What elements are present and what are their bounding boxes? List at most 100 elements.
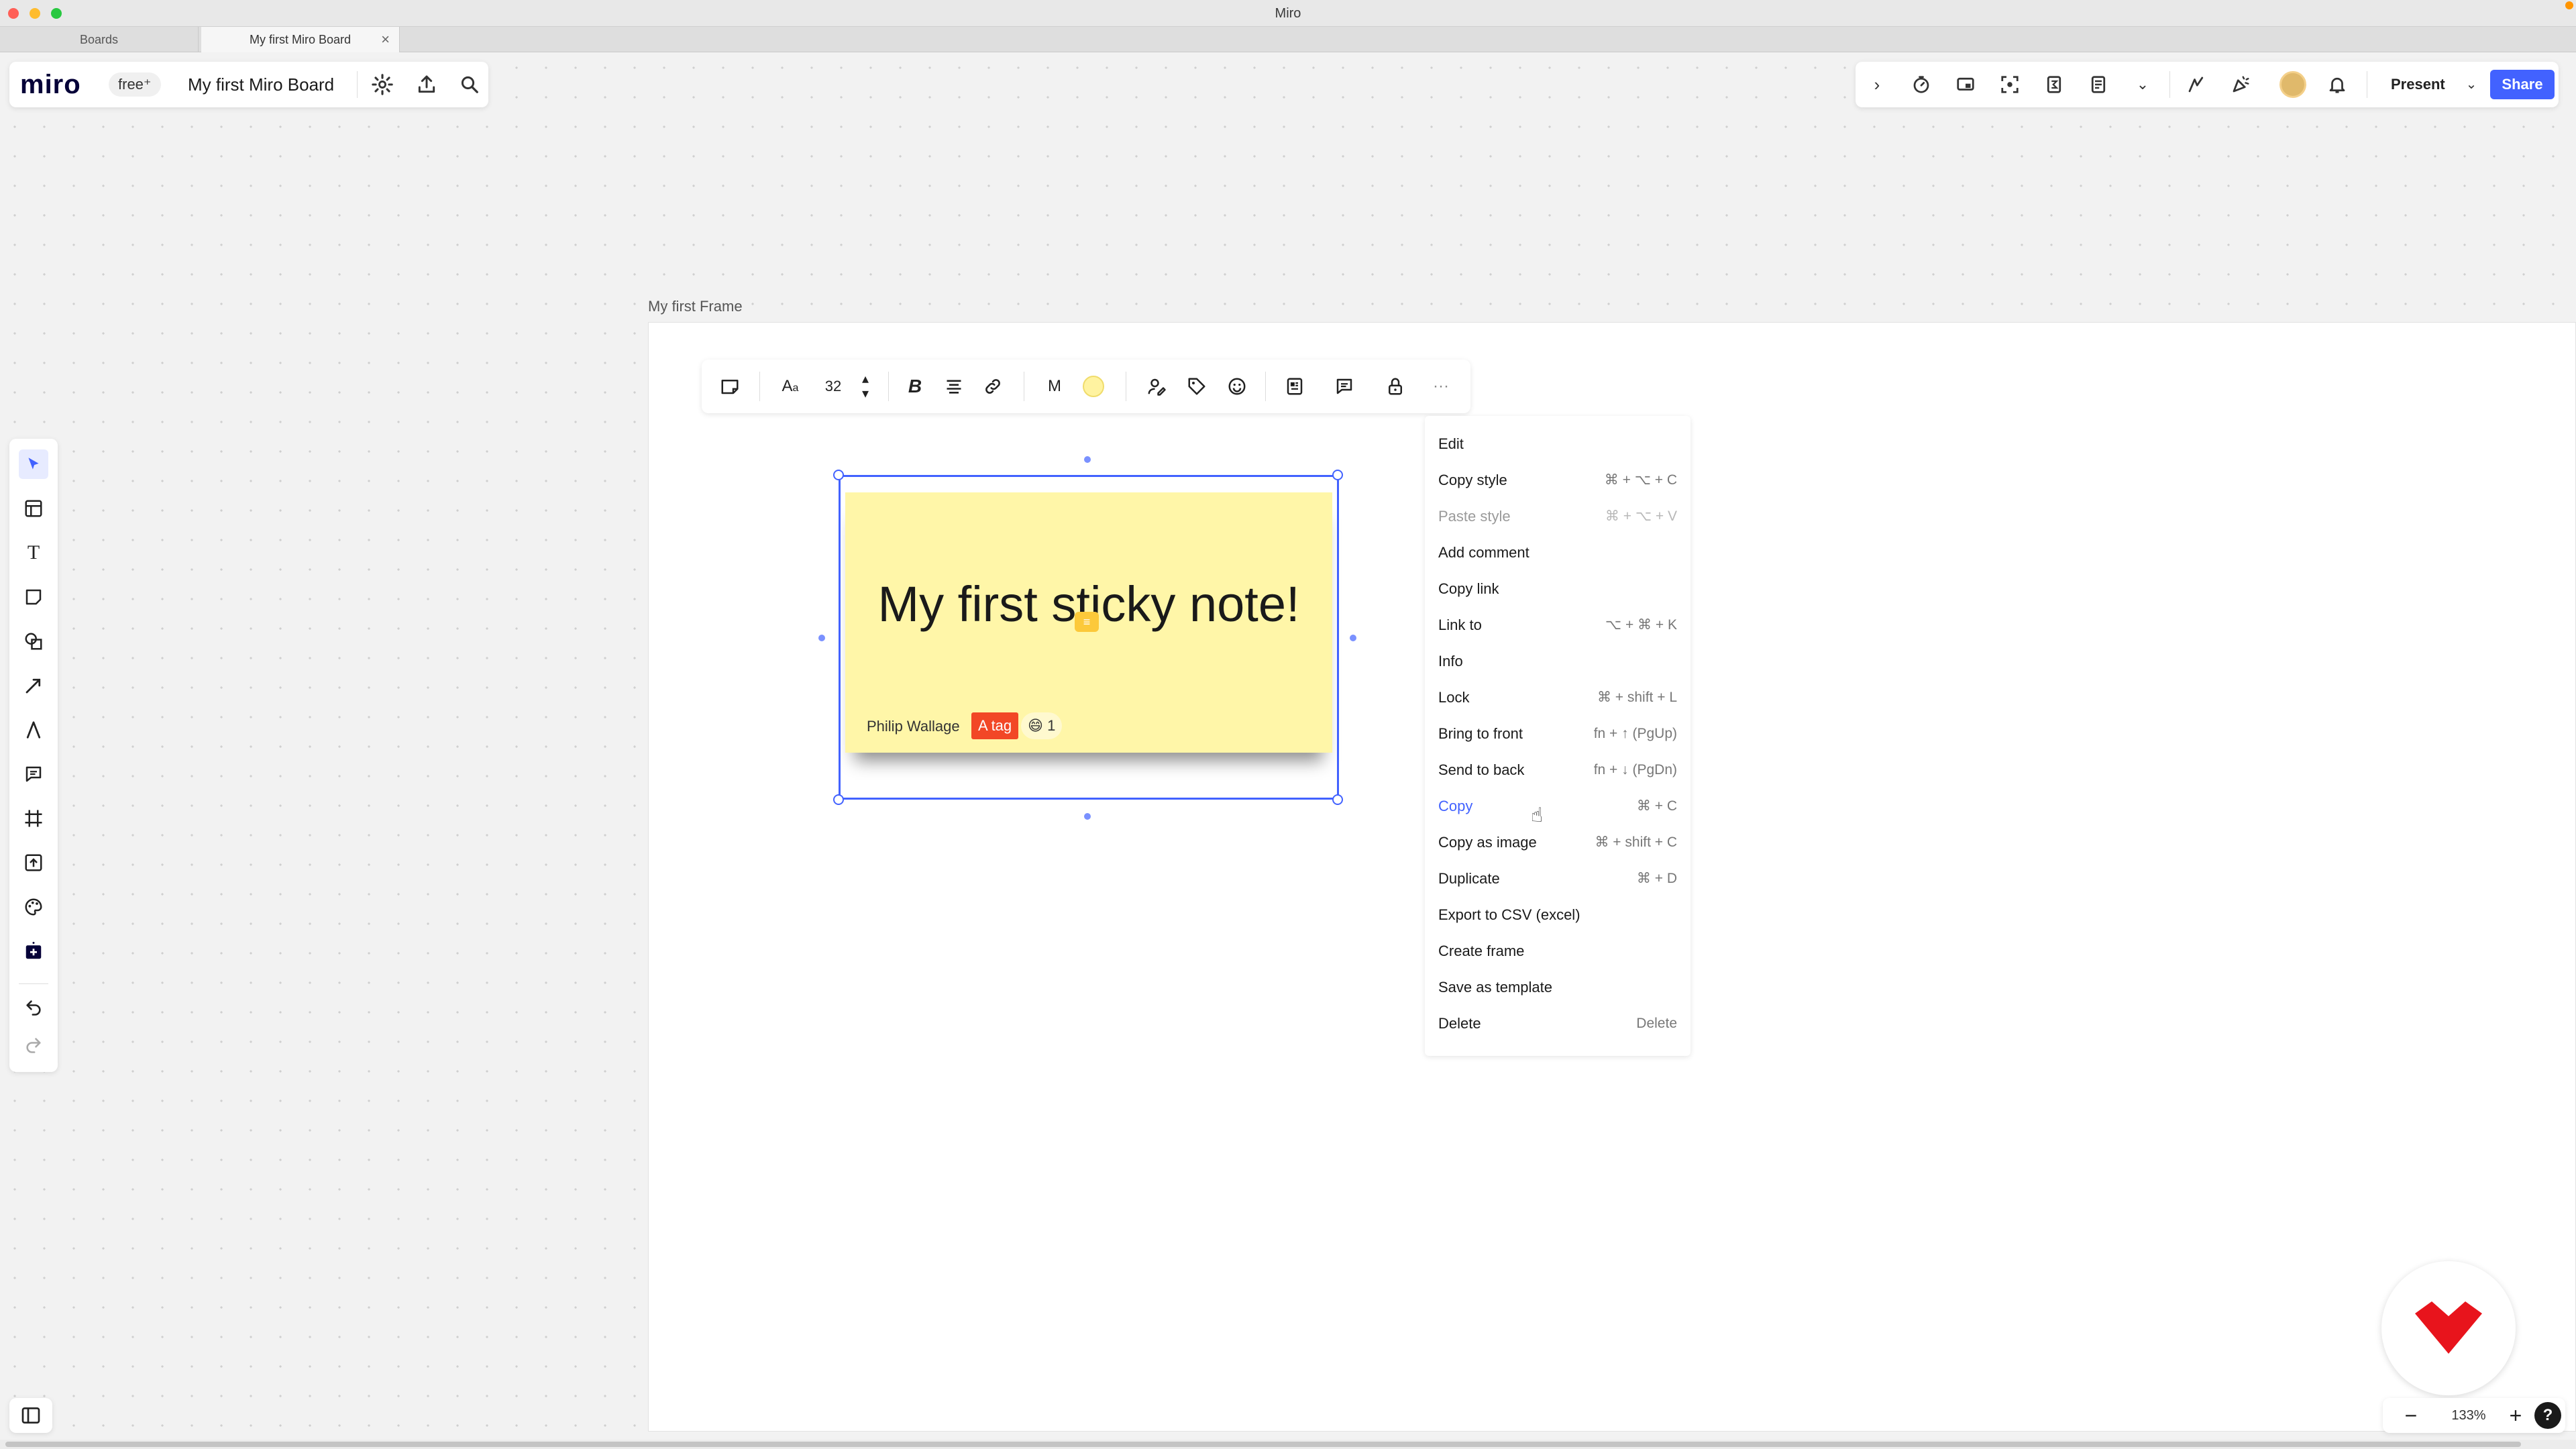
menu-item-bring-to-front[interactable]: Bring to front fn + ↑ (PgUp) (1438, 720, 1677, 747)
pen-tool-icon[interactable] (19, 715, 48, 745)
font-size-input[interactable]: 32 (818, 372, 848, 401)
frame-tool-icon[interactable] (19, 804, 48, 833)
connector-dot[interactable] (1084, 813, 1091, 820)
comment-icon[interactable] (1330, 372, 1359, 401)
resize-handle[interactable] (833, 470, 844, 480)
search-icon[interactable] (455, 70, 484, 99)
menu-item-create-frame[interactable]: Create frame (1438, 938, 1677, 965)
notes-icon[interactable] (2084, 70, 2113, 99)
resize-handle[interactable] (1332, 470, 1343, 480)
lock-icon[interactable] (1381, 372, 1410, 401)
menu-item-paste-style[interactable]: Paste style ⌘ + ⌥ + V (1438, 503, 1677, 530)
frame-title[interactable]: My first Frame (648, 298, 743, 315)
redo-icon[interactable] (19, 1030, 48, 1060)
upload-icon[interactable] (412, 70, 441, 99)
reactions-icon[interactable] (2182, 70, 2211, 99)
menu-item-shortcut: ⌘ + ⌥ + C (1604, 472, 1677, 488)
menu-item-save-as-template[interactable]: Save as template (1438, 974, 1677, 1001)
tab-close-icon[interactable]: × (381, 27, 390, 52)
miro-logo[interactable]: miro (20, 70, 81, 100)
card-icon[interactable] (1280, 372, 1309, 401)
board-header-panel: miro free⁺ My first Miro Board (9, 62, 488, 107)
templates-icon[interactable] (19, 494, 48, 523)
more-chevron-icon[interactable]: ⌄ (2128, 70, 2157, 99)
sticky-size-button[interactable]: M (1040, 372, 1069, 401)
tab-my-first-miro-board[interactable]: My first Miro Board × (201, 27, 400, 52)
upload-tool-icon[interactable] (19, 848, 48, 877)
brand-logo-icon (2415, 1301, 2482, 1354)
menu-item-info[interactable]: Info (1438, 648, 1677, 675)
menu-item-edit[interactable]: Edit (1438, 431, 1677, 458)
avatar[interactable] (2279, 71, 2306, 98)
present-button[interactable]: Present (2379, 71, 2457, 98)
menu-item-export-to-csv-excel[interactable]: Export to CSV (excel) (1438, 902, 1677, 928)
more-apps-icon[interactable] (19, 936, 48, 966)
connector-dot[interactable] (1350, 635, 1356, 641)
hand-cursor-icon: ☝ (1531, 804, 1544, 826)
connector-dot[interactable] (818, 635, 825, 641)
sticky-note-tool-icon[interactable] (19, 582, 48, 612)
gear-icon[interactable] (368, 70, 397, 99)
undo-icon[interactable] (19, 993, 48, 1022)
tag-icon[interactable] (1182, 372, 1212, 401)
menu-item-send-to-back[interactable]: Send to back fn + ↓ (PgDn) (1438, 757, 1677, 784)
menu-item-lock[interactable]: Lock ⌘ + shift + L (1438, 684, 1677, 711)
zoom-in-button[interactable]: + (2501, 1401, 2530, 1430)
share-button[interactable]: Share (2490, 70, 2555, 99)
menu-item-link-to[interactable]: Link to ⌥ + ⌘ + K (1438, 612, 1677, 639)
menu-item-copy-as-image[interactable]: Copy as image ⌘ + shift + C (1438, 829, 1677, 856)
menu-item-shortcut: fn + ↓ (PgDn) (1593, 762, 1677, 777)
window-titlebar: Miro (0, 0, 2576, 27)
menu-item-duplicate[interactable]: Duplicate ⌘ + D (1438, 865, 1677, 892)
connection-line-icon[interactable] (19, 671, 48, 700)
menu-item-copy-link[interactable]: Copy link (1438, 576, 1677, 602)
select-tool-icon[interactable] (19, 449, 48, 479)
link-icon[interactable] (978, 372, 1008, 401)
timer-icon[interactable] (1907, 70, 1936, 99)
font-size-stepper-icon[interactable]: ▴ ▾ (851, 372, 880, 401)
more-options-icon[interactable]: ··· (1426, 372, 1456, 401)
horizontal-scrollbar[interactable] (0, 1440, 2576, 1449)
menu-item-add-comment[interactable]: Add comment (1438, 539, 1677, 566)
board-title[interactable]: My first Miro Board (188, 74, 334, 95)
color-picker-swatch[interactable] (1083, 376, 1104, 397)
formula-icon[interactable] (2039, 70, 2069, 99)
emoji-icon[interactable] (1222, 372, 1252, 401)
shapes-tool-icon[interactable] (19, 627, 48, 656)
help-button[interactable]: ? (2534, 1402, 2561, 1429)
bold-icon[interactable]: B (900, 372, 930, 401)
board-sidebar-toggle[interactable] (9, 1398, 52, 1433)
resize-handle[interactable] (833, 794, 844, 805)
menu-item-delete[interactable]: Delete Delete (1438, 1010, 1677, 1037)
brand-badge[interactable] (2381, 1261, 2516, 1395)
menu-item-copy-style[interactable]: Copy style ⌘ + ⌥ + C (1438, 467, 1677, 494)
plan-badge[interactable]: free⁺ (109, 72, 161, 97)
text-tool-icon[interactable]: T (19, 538, 48, 568)
context-menu: Edit Copy style ⌘ + ⌥ + C Paste style ⌘ + ⌥ … (1425, 416, 1690, 1056)
menu-item-copy[interactable]: Copy ⌘ + C (1438, 793, 1677, 820)
menu-item-label: Link to (1438, 616, 1482, 633)
zoom-out-button[interactable]: − (2396, 1401, 2426, 1430)
resize-handle[interactable] (1332, 794, 1343, 805)
menu-item-shortcut: ⌘ + C (1636, 798, 1677, 814)
scrollbar-thumb[interactable] (5, 1442, 2521, 1447)
celebrate-icon[interactable] (2226, 70, 2255, 99)
focus-icon[interactable] (1995, 70, 2025, 99)
apps-palette-icon[interactable] (19, 892, 48, 922)
zoom-level[interactable]: 133% (2435, 1401, 2502, 1430)
connector-dot[interactable] (1084, 456, 1091, 463)
chevron-down-icon[interactable]: ⌄ (2458, 71, 2485, 98)
chevron-right-icon[interactable]: › (1862, 70, 1892, 99)
sticky-note-type-icon[interactable] (715, 372, 745, 401)
assign-owner-icon[interactable] (1142, 372, 1171, 401)
bell-icon[interactable] (2322, 70, 2352, 99)
align-center-icon[interactable] (939, 372, 969, 401)
menu-item-label: Export to CSV (excel) (1438, 906, 1580, 923)
font-family-icon[interactable]: Aa (775, 372, 805, 401)
menu-item-label: Lock (1438, 689, 1470, 706)
tab-boards[interactable]: Boards (0, 27, 199, 52)
comment-tool-icon[interactable] (19, 759, 48, 789)
divider (759, 372, 760, 401)
screen-share-icon[interactable] (1951, 70, 1980, 99)
menu-item-label: Delete (1438, 1015, 1481, 1032)
